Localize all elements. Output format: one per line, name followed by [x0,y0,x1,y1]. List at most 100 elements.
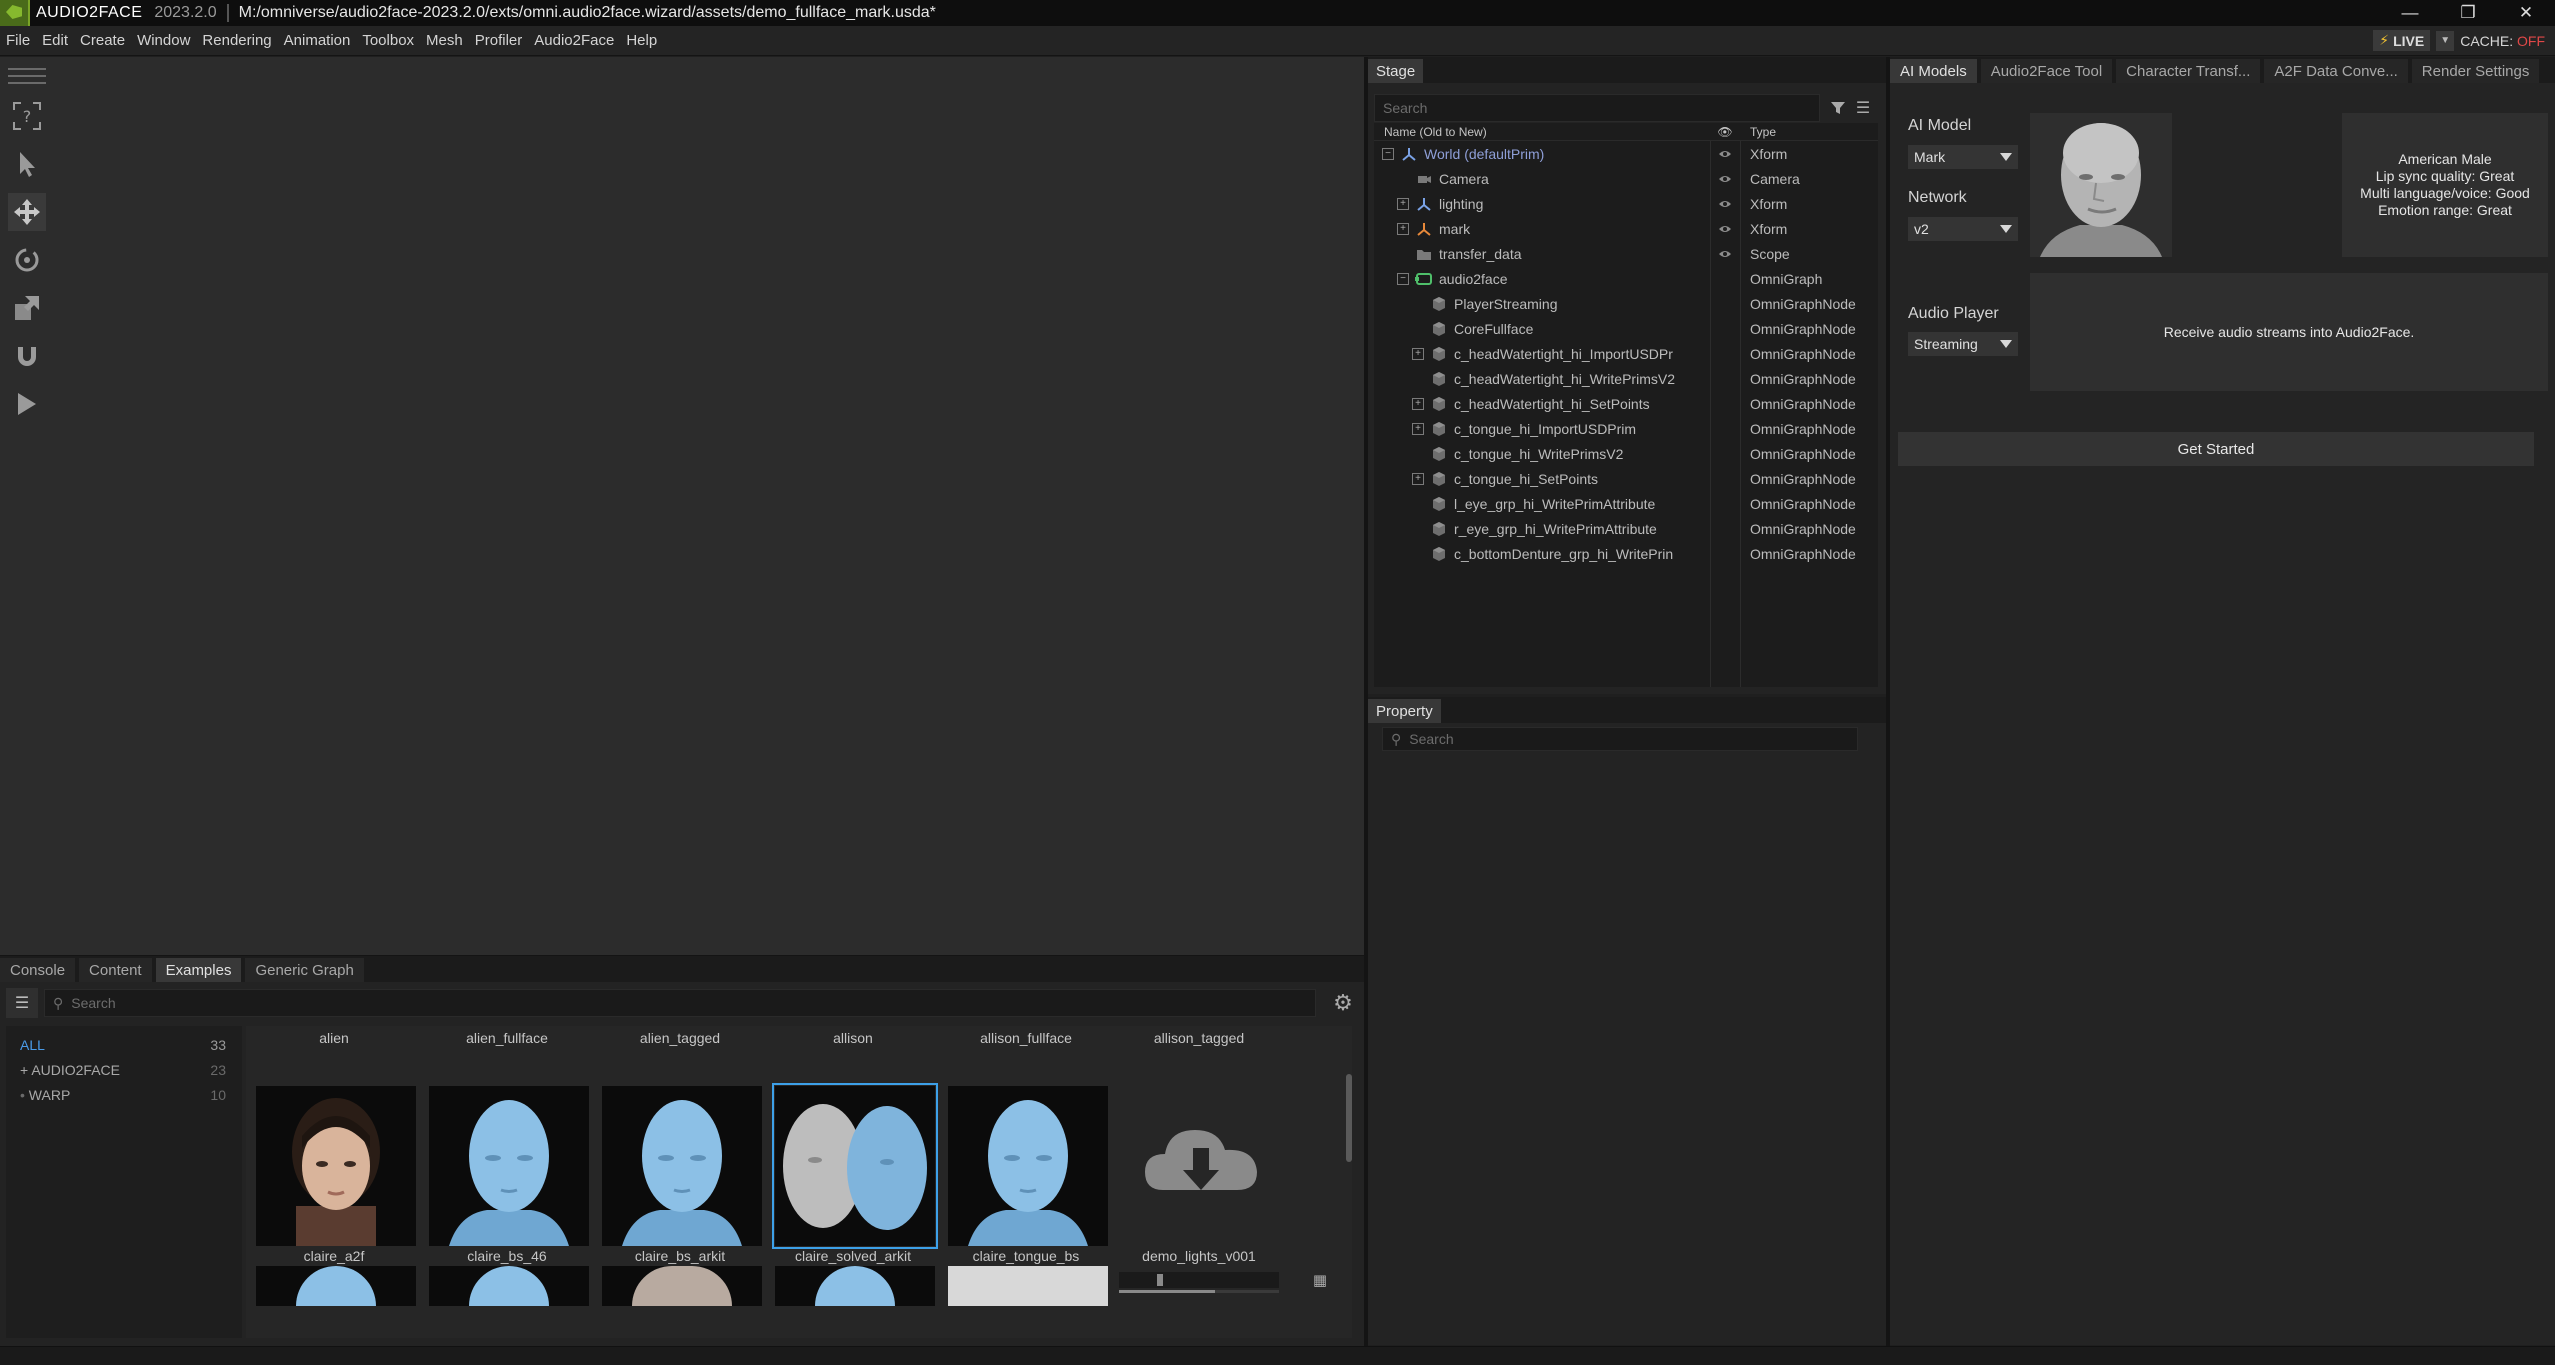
vertical-scrollbar[interactable] [1346,1074,1352,1162]
tab-console[interactable]: Console [0,958,76,982]
example-label[interactable]: claire_tongue_bs [946,1248,1106,1264]
tree-toggle-icon[interactable]: ☰ [6,988,38,1018]
example-label[interactable]: alien [254,1030,414,1046]
expand-icon[interactable]: + [1412,397,1424,410]
example-label[interactable]: allison [773,1030,933,1046]
options-menu-icon[interactable]: ☰ [1852,95,1874,121]
tab-examples[interactable]: Examples [155,958,242,982]
snap-magnet-icon[interactable] [8,337,46,375]
network-dropdown[interactable]: v2 [1908,217,2018,241]
category-audio2face[interactable]: + AUDIO2FACE 23 [6,1057,242,1082]
tab-generic-graph[interactable]: Generic Graph [245,958,364,982]
menu-rendering[interactable]: Rendering [196,32,277,49]
viewport[interactable] [0,57,1364,955]
expand-icon[interactable]: + [1412,472,1424,485]
rotate-icon[interactable] [8,241,46,279]
menu-audio2face[interactable]: Audio2Face [528,32,620,49]
stage-row[interactable]: − World (defaultPrim) Xform [1374,141,1878,166]
stage-row[interactable]: − audio2face OmniGraph [1374,266,1878,291]
live-dropdown-icon[interactable]: ▼ [2436,30,2455,51]
get-started-button[interactable]: Get Started [1898,432,2534,466]
stage-search-input[interactable]: Search [1374,94,1820,122]
expand-icon[interactable]: + [20,1062,28,1078]
example-label[interactable]: claire_solved_arkit [773,1248,933,1264]
cloud-download-icon[interactable] [1121,1086,1281,1246]
tab-render-settings[interactable]: Render Settings [2411,59,2540,83]
restore-icon[interactable]: ❐ [2439,0,2497,26]
category-all[interactable]: ALL 33 [6,1032,242,1057]
example-label[interactable]: allison_fullface [946,1030,1106,1046]
tab-content[interactable]: Content [79,958,152,982]
stage-row[interactable]: Camera Camera [1374,166,1878,191]
expand-icon[interactable]: + [1397,222,1409,235]
example-label[interactable]: alien_fullface [427,1030,587,1046]
cache-status[interactable]: CACHE: OFF [2460,33,2545,49]
stage-row[interactable]: c_tongue_hi_WritePrimsV2 OmniGraphNode [1374,441,1878,466]
menu-animation[interactable]: Animation [278,32,357,49]
help-select-icon[interactable]: ? [8,97,46,135]
example-label[interactable]: claire_bs_arkit [600,1248,760,1264]
filter-icon[interactable] [1827,95,1849,121]
menu-profiler[interactable]: Profiler [469,32,529,49]
live-button[interactable]: ⚡ LIVE [2373,30,2431,51]
stage-row[interactable]: + mark Xform [1374,216,1878,241]
column-name-header[interactable]: Name (Old to New) [1374,125,1710,139]
stage-row[interactable]: l_eye_grp_hi_WritePrimAttribute OmniGraph… [1374,491,1878,516]
expand-icon[interactable]: + [1412,422,1424,435]
thumbnail-claire-bs-46[interactable] [429,1086,589,1246]
property-search-input[interactable]: ⚲ Search [1382,727,1858,751]
collapse-icon[interactable]: − [1382,147,1394,160]
stage-row[interactable]: + c_headWatertight_hi_SetPoints OmniGraphN… [1374,391,1878,416]
category-warp[interactable]: • WARP 10 [6,1082,242,1107]
menu-edit[interactable]: Edit [36,32,74,49]
tab-audio2face-tool[interactable]: Audio2Face Tool [1980,59,2113,83]
menu-create[interactable]: Create [74,32,131,49]
eye-icon[interactable] [1710,149,1740,159]
ai-model-dropdown[interactable]: Mark [1908,145,2018,169]
zoom-slider[interactable] [1119,1272,1279,1288]
stage-row[interactable]: + c_tongue_hi_SetPoints OmniGraphNode [1374,466,1878,491]
collapse-icon[interactable]: − [1397,272,1409,285]
expand-icon[interactable]: + [1397,197,1409,210]
column-type-header[interactable]: Type [1740,125,1776,139]
thumbnail-claire-tongue-bs[interactable] [948,1086,1108,1246]
menu-toolbox[interactable]: Toolbox [356,32,420,49]
eye-icon[interactable] [1710,174,1740,184]
scale-icon[interactable] [8,289,46,327]
menu-file[interactable]: File [0,32,36,49]
example-label[interactable]: demo_lights_v001 [1119,1248,1279,1264]
eye-icon[interactable] [1710,199,1740,209]
thumbnail-partial[interactable] [429,1266,589,1306]
menu-mesh[interactable]: Mesh [420,32,469,49]
tab-stage[interactable]: Stage [1368,59,1424,83]
play-icon[interactable] [8,385,46,423]
thumbnail-partial[interactable] [948,1266,1108,1306]
examples-search-input[interactable]: ⚲ Search [44,989,1316,1017]
example-label[interactable]: allison_tagged [1119,1030,1279,1046]
thumbnail-partial[interactable] [602,1266,762,1306]
stage-row[interactable]: + c_tongue_hi_ImportUSDPrim OmniGraphNode [1374,416,1878,441]
zoom-slider-handle[interactable] [1157,1274,1163,1286]
stage-row[interactable]: r_eye_grp_hi_WritePrimAttribute OmniGraph… [1374,516,1878,541]
stage-row[interactable]: CoreFullface OmniGraphNode [1374,316,1878,341]
visibility-header-icon[interactable]: 👁 [1710,125,1740,139]
minimize-icon[interactable]: — [2381,0,2439,26]
eye-icon[interactable] [1710,249,1740,259]
audio-player-dropdown[interactable]: Streaming [1908,332,2018,356]
move-icon[interactable] [8,193,46,231]
tab-a2f-data-conversion[interactable]: A2F Data Conve... [2264,59,2408,83]
stage-row[interactable]: + lighting Xform [1374,191,1878,216]
tab-property[interactable]: Property [1368,699,1441,723]
thumbnail-partial[interactable] [256,1266,416,1306]
grid-view-icon[interactable]: ▦ [1310,1272,1330,1289]
thumbnail-claire-a2f[interactable] [256,1086,416,1246]
stage-row[interactable]: c_bottomDenture_grp_hi_WritePrin OmniGrap… [1374,541,1878,566]
example-label[interactable]: claire_a2f [254,1248,414,1264]
toolbar-grip-icon[interactable] [8,68,46,86]
stage-row[interactable]: PlayerStreaming OmniGraphNode [1374,291,1878,316]
close-icon[interactable]: ✕ [2497,0,2555,26]
tab-ai-models[interactable]: AI Models [1890,59,1977,83]
menu-help[interactable]: Help [620,32,663,49]
thumbnail-partial[interactable] [775,1266,935,1306]
menu-window[interactable]: Window [131,32,196,49]
